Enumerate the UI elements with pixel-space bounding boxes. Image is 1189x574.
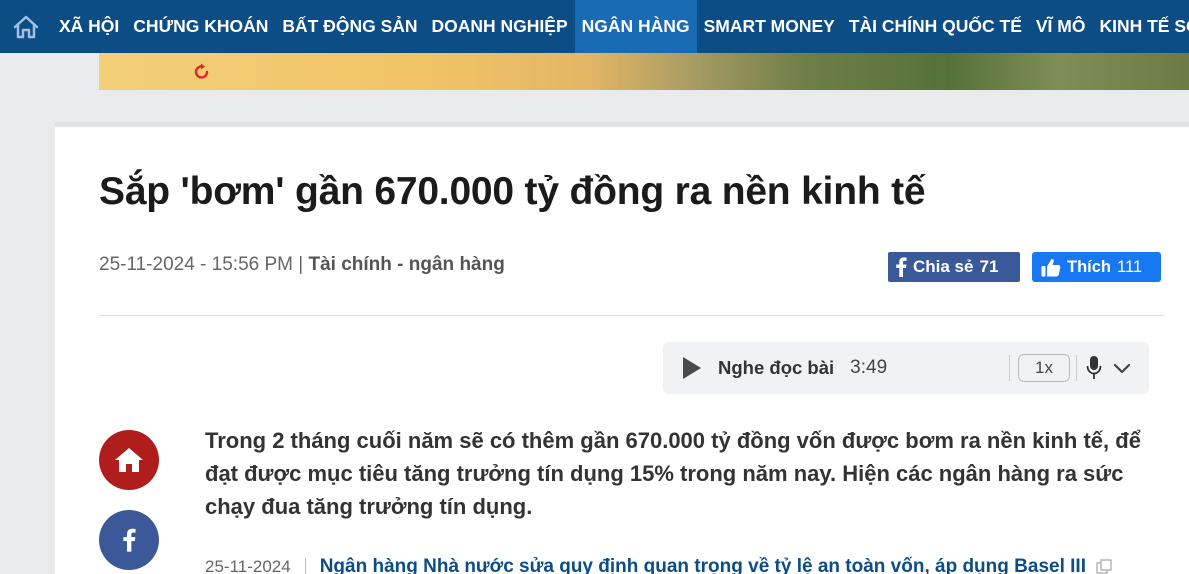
share-count: 71 <box>979 257 999 276</box>
article-sapo: Trong 2 tháng cuối năm sẽ có thêm gần 67… <box>205 428 1141 519</box>
facebook-side-button[interactable] <box>99 510 159 570</box>
external-link-icon[interactable] <box>1096 559 1112 574</box>
nav-item-smart-money[interactable]: SMART MONEY <box>697 0 842 53</box>
nav-item-bat-dong-san[interactable]: BẤT ĐỘNG SẢN <box>275 0 424 53</box>
home-icon <box>115 448 143 472</box>
audio-divider <box>1009 355 1010 381</box>
audio-duration: 3:49 <box>850 357 888 378</box>
nav-item-vi-mo[interactable]: VĨ MÔ <box>1029 0 1093 53</box>
article-title: Sắp 'bơm' gần 670.000 tỷ đồng ra nền kin… <box>99 170 926 213</box>
nav-item-xa-hoi[interactable]: XÃ HỘI <box>52 0 126 53</box>
article-datetime: 25-11-2024 - 15:56 PM <box>99 254 293 275</box>
audio-player: Nghe đọc bài 3:49 1x <box>663 342 1149 394</box>
refresh-icon[interactable] <box>193 63 211 81</box>
like-count: 111 <box>1117 257 1143 276</box>
top-navigation: XÃ HỘI CHỨNG KHOÁN BẤT ĐỘNG SẢN DOANH NG… <box>0 0 1189 53</box>
article-card: Sắp 'bơm' gần 670.000 tỷ đồng ra nền kin… <box>55 122 1189 574</box>
facebook-icon <box>123 528 136 552</box>
related-article: 25-11-2024 Ngân hàng Nhà nước sửa quy đị… <box>205 556 1112 574</box>
nav-item-doanh-nghiep[interactable]: DOANH NGHIỆP <box>425 0 575 53</box>
home-button[interactable] <box>99 430 159 490</box>
thumbs-up-icon <box>1041 258 1061 276</box>
facebook-share-button[interactable]: Chia sẻ 71 <box>888 252 1020 282</box>
nav-item-tai-chinh-quoc-te[interactable]: TÀI CHÍNH QUỐC TẾ <box>842 0 1029 53</box>
nav-item-kinh-te-so[interactable]: KINH TẾ SỐ <box>1092 0 1189 53</box>
banner-ad[interactable] <box>99 53 1189 90</box>
related-date: 25-11-2024 <box>205 557 291 574</box>
divider <box>99 315 1164 316</box>
article-category[interactable]: Tài chính - ngân hàng <box>309 254 505 275</box>
nav-item-ngan-hang[interactable]: NGÂN HÀNG <box>574 0 697 53</box>
audio-divider <box>1076 355 1077 381</box>
related-link[interactable]: Ngân hàng Nhà nước sửa quy định quan trọ… <box>320 556 1086 574</box>
playback-speed-button[interactable]: 1x <box>1018 354 1070 382</box>
nav-item-chung-khoan[interactable]: CHỨNG KHOÁN <box>126 0 275 53</box>
audio-label: Nghe đọc bài <box>718 357 835 378</box>
nav-home-button[interactable] <box>0 0 52 53</box>
facebook-icon <box>896 257 907 277</box>
meta-separator: | <box>298 254 304 275</box>
related-separator <box>304 558 306 574</box>
share-label: Chia sẻ <box>913 257 974 276</box>
article-meta: 25-11-2024 - 15:56 PM | Tài chính - ngân… <box>99 254 505 276</box>
microphone-icon[interactable] <box>1086 355 1102 381</box>
home-icon <box>13 15 39 38</box>
chevron-down-icon[interactable] <box>1113 359 1131 377</box>
play-icon[interactable] <box>683 357 701 379</box>
like-label: Thích <box>1067 257 1111 276</box>
facebook-like-button[interactable]: Thích 111 <box>1032 252 1161 282</box>
